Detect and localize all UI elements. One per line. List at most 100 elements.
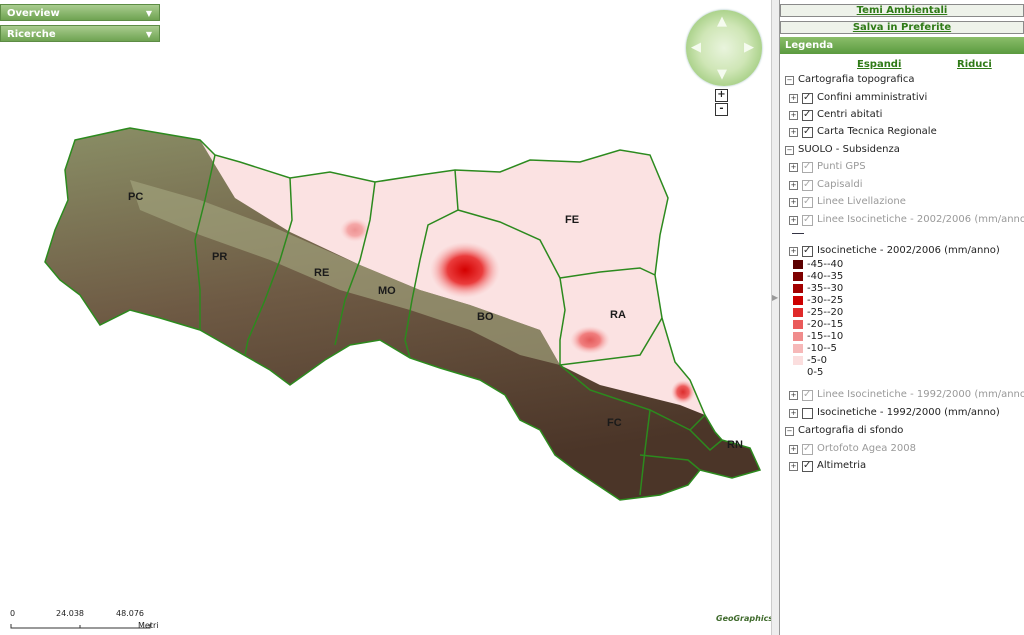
layer-group[interactable]: − SUOLO - Subsidenza xyxy=(785,142,900,158)
layer-checkbox[interactable] xyxy=(802,177,813,193)
legend-class: -30--25 xyxy=(793,295,843,307)
expand-icon[interactable]: + xyxy=(789,197,798,207)
province-label-pc: PC xyxy=(128,191,143,203)
legend-class-label: -15--10 xyxy=(807,331,844,342)
province-label-bo: BO xyxy=(477,311,494,323)
side-panel: Temi Ambientali Salva in Preferite Legen… xyxy=(779,0,1024,635)
layer-label: Capisaldi xyxy=(817,179,863,190)
layer-checkbox[interactable] xyxy=(802,194,813,210)
expand-icon[interactable]: + xyxy=(789,127,798,137)
pan-right-icon[interactable]: ▶ xyxy=(744,40,754,55)
chevron-down-icon: ▼ xyxy=(145,9,152,18)
legend-class: -40--35 xyxy=(793,271,843,283)
pan-navigator[interactable]: ▲ ▼ ◀ ▶ xyxy=(686,10,762,86)
legend-class: -20--15 xyxy=(793,319,843,331)
scale-label-0: 0 xyxy=(10,609,16,618)
legend-header: Legenda xyxy=(780,37,1024,54)
layer-group[interactable]: − Cartografia topografica xyxy=(785,72,914,88)
province-label-ra: RA xyxy=(610,309,626,321)
legend-swatch xyxy=(793,295,803,305)
pan-left-icon[interactable]: ◀ xyxy=(691,40,701,55)
chevron-down-icon: ▼ xyxy=(145,30,152,39)
legend-class: -45--40 xyxy=(793,259,843,271)
layer-label: Punti GPS xyxy=(817,161,866,172)
province-label-rn: RN xyxy=(727,439,743,451)
layer-item[interactable]: + Isocinetiche - 2002/2006 (mm/anno) xyxy=(789,243,1000,259)
province-label-fc: FC xyxy=(607,417,622,429)
layer-checkbox[interactable] xyxy=(802,124,813,140)
layer-checkbox[interactable] xyxy=(802,243,813,259)
layer-checkbox[interactable] xyxy=(802,387,813,403)
ricerche-dropdown[interactable]: Ricerche ▼ xyxy=(0,25,160,42)
collapse-icon[interactable]: − xyxy=(785,75,794,85)
layer-item[interactable]: + Linee Isocinetiche - 2002/2006 (mm/anno… xyxy=(789,212,1024,228)
layer-item[interactable]: + Capisaldi xyxy=(789,177,862,193)
layer-checkbox[interactable] xyxy=(802,90,813,106)
ricerche-label: Ricerche xyxy=(7,29,56,40)
riduci-link[interactable]: Riduci xyxy=(957,59,992,70)
layer-label: Confini amministrativi xyxy=(817,92,928,103)
layer-label: Linee Isocinetiche - 2002/2006 (mm/anno) xyxy=(817,214,1024,225)
pan-up-icon[interactable]: ▲ xyxy=(717,14,727,29)
scale-unit: Metri xyxy=(138,621,159,630)
overview-label: Overview xyxy=(7,8,60,19)
legend-swatch xyxy=(793,307,803,317)
legend-class: -35--30 xyxy=(793,283,843,295)
salva-preferite-button[interactable]: Salva in Preferite xyxy=(780,21,1024,34)
zoom-out-button[interactable]: - xyxy=(715,103,728,116)
legend-swatch xyxy=(793,343,803,353)
layer-checkbox[interactable] xyxy=(802,458,813,474)
layer-label: Isocinetiche - 2002/2006 (mm/anno) xyxy=(817,245,1000,256)
collapse-icon[interactable]: − xyxy=(785,145,794,155)
expand-icon[interactable]: + xyxy=(789,93,798,103)
layer-label: Altimetria xyxy=(817,460,867,471)
layer-item[interactable]: + Isocinetiche - 1992/2000 (mm/anno) xyxy=(789,405,1000,421)
layer-item[interactable]: + Linee Isocinetiche - 1992/2000 (mm/anno… xyxy=(789,387,1024,403)
expand-icon[interactable]: + xyxy=(789,215,798,225)
layer-item[interactable]: + Confini amministrativi xyxy=(789,90,927,106)
espandi-link[interactable]: Espandi xyxy=(857,59,901,70)
collapse-arrow-icon[interactable]: ▶ xyxy=(772,293,778,302)
legend-class-label: -35--30 xyxy=(807,283,844,294)
layer-group[interactable]: − Cartografia di sfondo xyxy=(785,423,903,439)
expand-icon[interactable]: + xyxy=(789,246,798,256)
layer-label: Isocinetiche - 1992/2000 (mm/anno) xyxy=(817,407,1000,418)
scale-bar-graphic xyxy=(10,624,151,629)
layer-checkbox[interactable] xyxy=(802,212,813,228)
expand-icon[interactable]: + xyxy=(789,110,798,120)
legend-class-label: 0-5 xyxy=(807,367,824,378)
layer-item[interactable]: + Ortofoto Agea 2008 xyxy=(789,441,916,457)
layer-item[interactable]: + Altimetria xyxy=(789,458,866,474)
collapse-icon[interactable]: − xyxy=(785,426,794,436)
scale-label-2: 48.076 xyxy=(116,609,144,618)
layer-item[interactable]: + Punti GPS xyxy=(789,159,866,175)
layer-checkbox[interactable] xyxy=(802,159,813,175)
legend-swatch xyxy=(793,271,803,281)
layer-checkbox[interactable] xyxy=(802,441,813,457)
hotspot-bologna xyxy=(430,242,500,298)
layer-label: Carta Tecnica Regionale xyxy=(817,126,937,137)
province-label-mo: MO xyxy=(378,285,396,297)
legend-class: -15--10 xyxy=(793,331,843,343)
layer-checkbox[interactable] xyxy=(802,107,813,123)
expand-icon[interactable]: + xyxy=(789,180,798,190)
legend-class-label: -30--25 xyxy=(807,295,844,306)
legend-swatch xyxy=(793,367,803,377)
legend-class: -25--20 xyxy=(793,307,843,319)
expand-icon[interactable]: + xyxy=(789,390,798,400)
zoom-in-button[interactable]: + xyxy=(715,89,728,102)
layer-item[interactable]: + Linee Livellazione xyxy=(789,194,906,210)
layer-item[interactable]: + Carta Tecnica Regionale xyxy=(789,124,937,140)
pan-down-icon[interactable]: ▼ xyxy=(717,67,727,82)
legend-class-label: -25--20 xyxy=(807,307,844,318)
expand-icon[interactable]: + xyxy=(789,444,798,454)
expand-icon[interactable]: + xyxy=(789,461,798,471)
layer-checkbox[interactable] xyxy=(802,407,813,419)
expand-icon[interactable]: + xyxy=(789,408,798,418)
temi-ambientali-button[interactable]: Temi Ambientali xyxy=(780,4,1024,17)
expand-icon[interactable]: + xyxy=(789,162,798,172)
overview-dropdown[interactable]: Overview ▼ xyxy=(0,4,160,21)
legend-swatch xyxy=(793,259,803,269)
layer-item[interactable]: + Centri abitati xyxy=(789,107,882,123)
map-canvas[interactable]: PC PR RE MO BO FE RA FC RN Overview ▼ Ri… xyxy=(0,0,771,635)
